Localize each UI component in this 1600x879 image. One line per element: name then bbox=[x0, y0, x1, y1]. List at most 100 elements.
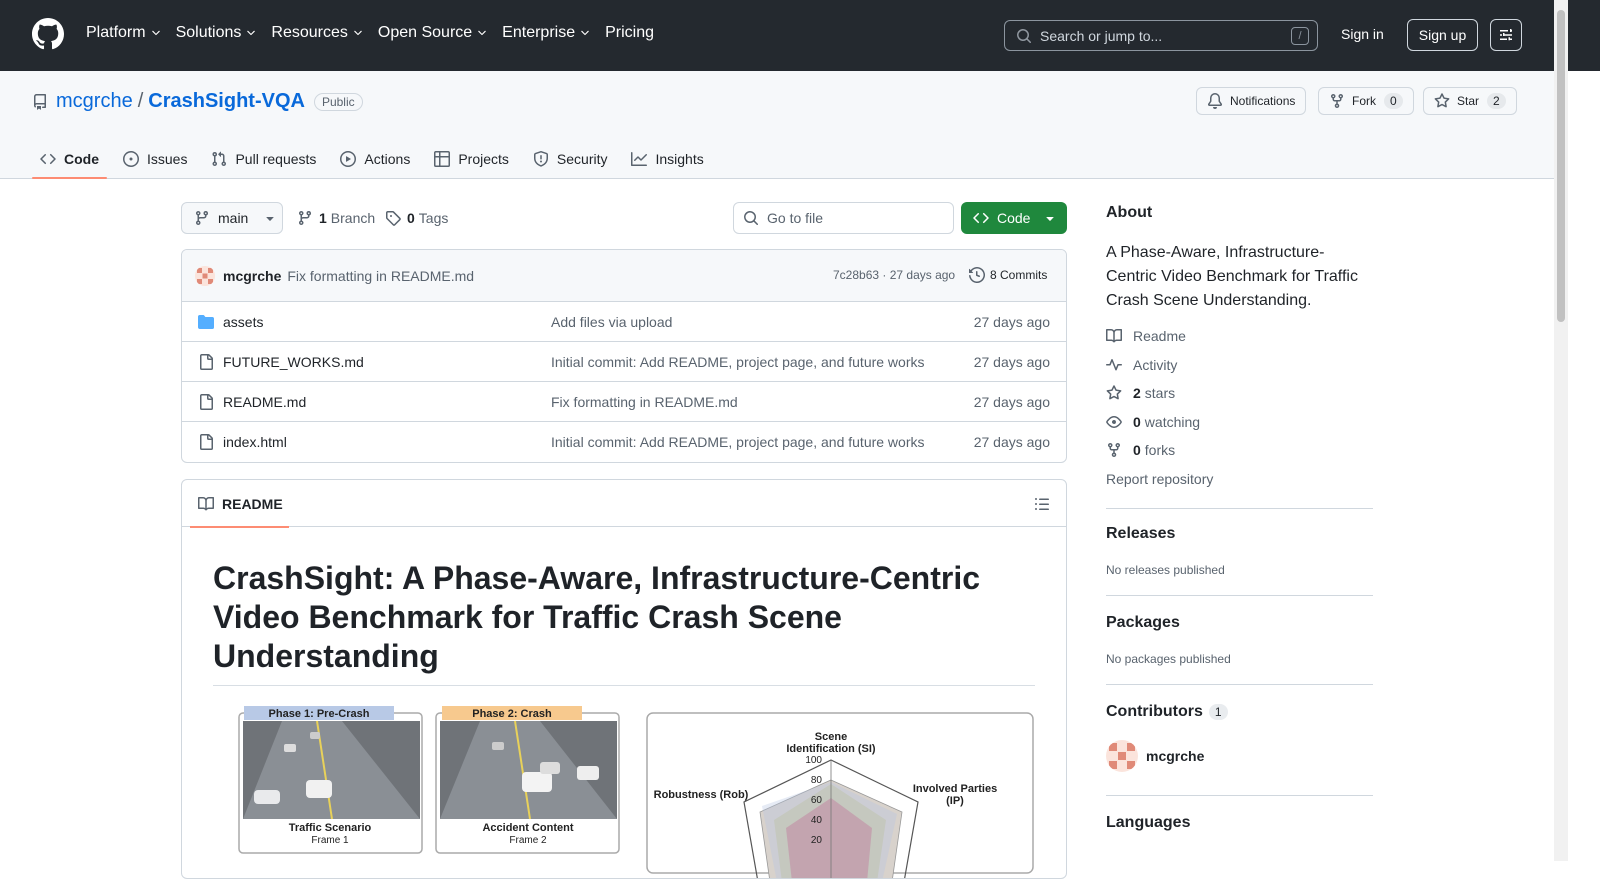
releases-text: No releases published bbox=[1106, 563, 1225, 577]
tab-issues[interactable]: Issues bbox=[115, 139, 195, 179]
file-icon bbox=[200, 394, 213, 410]
file-date: 27 days ago bbox=[973, 434, 1050, 450]
file-name[interactable]: README.md bbox=[223, 394, 306, 410]
chevron-down-icon bbox=[478, 30, 486, 36]
commit-message[interactable]: Fix formatting in README.md bbox=[287, 268, 474, 284]
branch-count-link[interactable]: 1 Branch bbox=[297, 210, 375, 226]
activity-link[interactable]: Activity bbox=[1106, 357, 1177, 373]
nav-resources[interactable]: Resources bbox=[271, 24, 363, 42]
radar-tick-20: 20 bbox=[811, 835, 823, 846]
avatar[interactable] bbox=[195, 265, 215, 286]
tab-insights[interactable]: Insights bbox=[623, 139, 711, 179]
sign-in-link[interactable]: Sign in bbox=[1341, 26, 1384, 42]
table-icon bbox=[434, 151, 451, 167]
tab-security[interactable]: Security bbox=[525, 139, 616, 179]
contributor-item[interactable]: mcgrche bbox=[1106, 740, 1373, 772]
table-row[interactable]: README.md Fix formatting in README.md 27… bbox=[182, 382, 1066, 422]
file-commit-message[interactable]: Initial commit: Add README, project page… bbox=[551, 354, 925, 370]
file-commit-message[interactable]: Add files via upload bbox=[551, 314, 672, 330]
about-heading: About bbox=[1106, 204, 1153, 221]
file-date: 27 days ago bbox=[973, 354, 1050, 370]
chevron-down-icon bbox=[581, 30, 589, 36]
phase2-caption: Accident Content bbox=[482, 822, 573, 834]
fork-label: Fork bbox=[1352, 94, 1376, 108]
phase1-label: Phase 1: Pre-Crash bbox=[269, 708, 370, 720]
table-row[interactable]: index.html Initial commit: Add README, p… bbox=[182, 422, 1066, 462]
fork-button[interactable]: Fork 0 bbox=[1318, 87, 1414, 115]
nav-enterprise[interactable]: Enterprise bbox=[502, 24, 591, 42]
divider bbox=[1106, 595, 1373, 596]
issue-opened-icon bbox=[123, 151, 139, 167]
notifications-label: Notifications bbox=[1230, 94, 1296, 108]
tab-projects[interactable]: Projects bbox=[426, 139, 517, 179]
table-row[interactable]: assets Add files via upload 27 days ago bbox=[182, 302, 1066, 342]
commit-hash-date[interactable]: 7c28b63 · 27 days ago bbox=[833, 268, 955, 282]
forks-count: 0 bbox=[1133, 442, 1141, 458]
branch-name: main bbox=[218, 210, 249, 226]
contributors-heading[interactable]: Contributors bbox=[1106, 703, 1203, 721]
report-repository-link[interactable]: Report repository bbox=[1106, 471, 1213, 487]
star-button[interactable]: Star 2 bbox=[1423, 87, 1517, 115]
star-label: Star bbox=[1457, 94, 1480, 108]
scrollbar-thumb[interactable] bbox=[1557, 10, 1565, 322]
notifications-button[interactable]: Notifications bbox=[1196, 87, 1307, 115]
book-icon bbox=[198, 496, 214, 510]
file-icon bbox=[200, 354, 213, 370]
menu-button[interactable] bbox=[1490, 19, 1522, 51]
avatar bbox=[1106, 740, 1138, 772]
file-name[interactable]: FUTURE_WORKS.md bbox=[223, 354, 364, 370]
code-dropdown-button[interactable]: Code bbox=[961, 202, 1067, 234]
tab-label: Insights bbox=[655, 151, 704, 167]
tab-actions[interactable]: Actions bbox=[332, 139, 418, 179]
nav-solutions[interactable]: Solutions bbox=[176, 24, 258, 42]
search-input[interactable]: Search or jump to... / bbox=[1004, 20, 1318, 51]
radar-si-label-2: Identification (SI) bbox=[786, 743, 876, 755]
search-icon bbox=[744, 211, 758, 225]
forks-link[interactable]: 0 forks bbox=[1106, 442, 1175, 458]
readme-title: CrashSight: A Phase-Aware, Infrastructur… bbox=[213, 560, 980, 674]
file-name[interactable]: index.html bbox=[223, 434, 287, 450]
radar-tick-100: 100 bbox=[805, 755, 822, 766]
sign-up-button[interactable]: Sign up bbox=[1407, 19, 1478, 51]
shield-icon bbox=[533, 151, 548, 167]
tab-code[interactable]: Code bbox=[32, 139, 107, 179]
tab-readme[interactable]: README bbox=[190, 480, 289, 528]
nav-platform[interactable]: Platform bbox=[86, 24, 162, 42]
go-to-file-input[interactable]: Go to file bbox=[733, 202, 954, 234]
divider bbox=[1106, 795, 1373, 796]
watching-link[interactable]: 0 watching bbox=[1106, 414, 1200, 430]
tab-label: Code bbox=[64, 151, 99, 167]
nav-label: Open Source bbox=[377, 24, 473, 41]
nav-open-source[interactable]: Open Source bbox=[378, 24, 488, 42]
file-commit-message[interactable]: Initial commit: Add README, project page… bbox=[551, 434, 925, 450]
repo-name-link[interactable]: CrashSight-VQA bbox=[148, 90, 305, 113]
readme-link[interactable]: Readme bbox=[1106, 328, 1186, 344]
table-row[interactable]: FUTURE_WORKS.md Initial commit: Add READ… bbox=[182, 342, 1066, 382]
repo-header: mcgrche / CrashSight-VQA Public Notifica… bbox=[0, 71, 1554, 179]
phase1-caption: Traffic Scenario bbox=[289, 822, 372, 834]
radar-panel: Scene Identification (SI) Involved Parti… bbox=[646, 712, 1034, 878]
file-name[interactable]: assets bbox=[223, 314, 263, 330]
stars-link[interactable]: 2 stars bbox=[1106, 385, 1175, 401]
triangle-down-icon bbox=[266, 217, 275, 221]
repo-title: mcgrche / CrashSight-VQA Public bbox=[32, 90, 363, 113]
phase1-panel: Phase 1: Pre-Crash Traffic Scenario Fram… bbox=[238, 706, 423, 854]
contributors-heading-row: Contributors 1 bbox=[1106, 703, 1373, 721]
nav-pricing[interactable]: Pricing bbox=[605, 24, 654, 42]
releases-heading[interactable]: Releases bbox=[1106, 525, 1373, 543]
phase1-frame: Frame 1 bbox=[311, 835, 349, 846]
folder-icon bbox=[198, 315, 214, 329]
branch-selector[interactable]: main bbox=[181, 202, 283, 234]
commit-author[interactable]: mcgrche bbox=[223, 268, 281, 284]
list-unordered-icon[interactable] bbox=[1034, 496, 1050, 512]
github-logo-icon[interactable] bbox=[32, 18, 64, 50]
tab-pull-requests[interactable]: Pull requests bbox=[203, 139, 324, 179]
repo-owner-link[interactable]: mcgrche bbox=[56, 90, 133, 113]
chevron-down-icon bbox=[151, 30, 160, 36]
file-commit-message[interactable]: Fix formatting in README.md bbox=[551, 394, 738, 410]
tag-count-link[interactable]: 0 Tags bbox=[385, 210, 448, 226]
file-icon bbox=[200, 434, 213, 450]
commits-link[interactable]: 8 Commits bbox=[969, 267, 1047, 283]
contributor-name[interactable]: mcgrche bbox=[1146, 748, 1204, 764]
packages-heading[interactable]: Packages bbox=[1106, 614, 1373, 632]
